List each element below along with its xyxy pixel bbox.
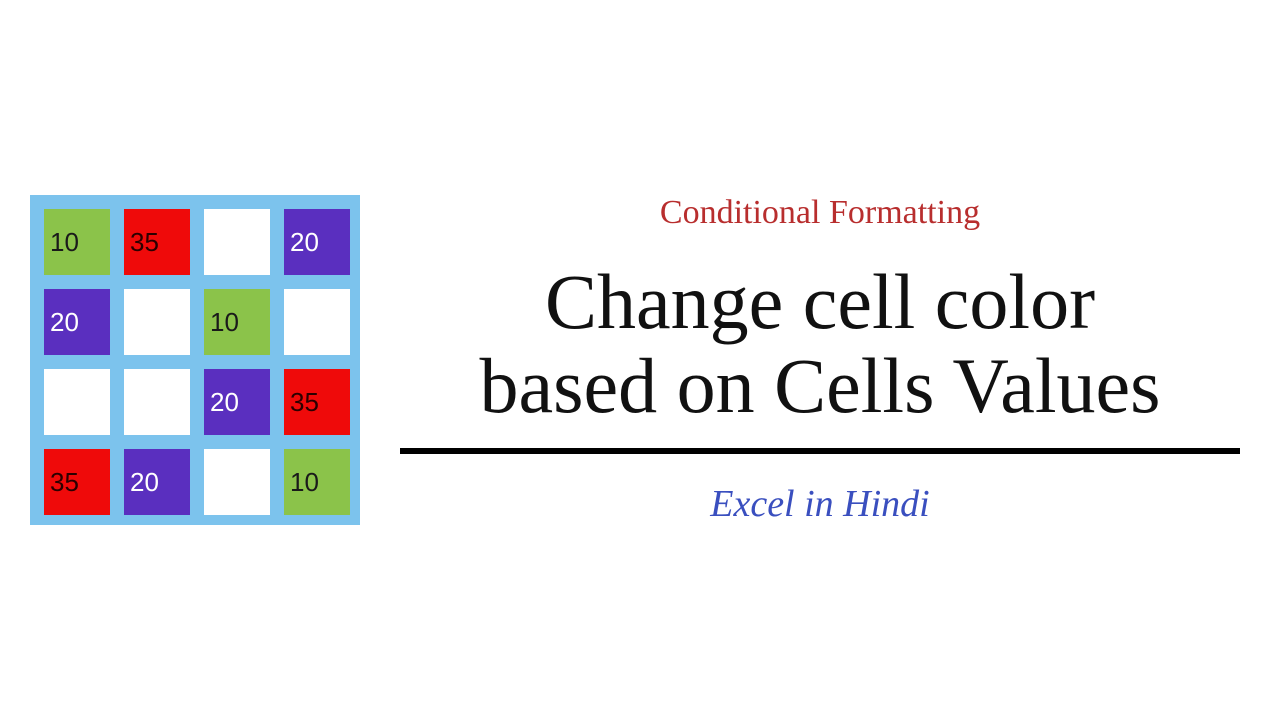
cell-r2c1 [124,369,190,435]
text-block: Conditional Formatting Change cell color… [400,194,1250,526]
cell-r1c3 [284,289,350,355]
divider-line [400,448,1240,454]
cell-r2c0 [44,369,110,435]
cell-r2c3: 35 [284,369,350,435]
cell-r0c2 [204,209,270,275]
cell-r0c3: 20 [284,209,350,275]
title-line-2: based on Cells Values [480,342,1161,429]
cell-r1c2: 10 [204,289,270,355]
cell-r2c2: 20 [204,369,270,435]
grid-illustration: 10 35 20 20 10 20 35 35 20 10 [30,195,360,525]
cell-r3c2 [204,449,270,515]
cell-r0c0: 10 [44,209,110,275]
subtitle: Excel in Hindi [400,482,1240,526]
main-title: Change cell color based on Cells Values [400,260,1240,428]
slide-container: 10 35 20 20 10 20 35 35 20 10 Conditiona… [0,0,1280,720]
cell-grid: 10 35 20 20 10 20 35 35 20 10 [30,195,360,525]
supertitle: Conditional Formatting [400,194,1240,232]
cell-r1c1 [124,289,190,355]
cell-r1c0: 20 [44,289,110,355]
title-line-1: Change cell color [545,258,1095,345]
cell-r3c1: 20 [124,449,190,515]
cell-r3c3: 10 [284,449,350,515]
cell-r0c1: 35 [124,209,190,275]
cell-r3c0: 35 [44,449,110,515]
